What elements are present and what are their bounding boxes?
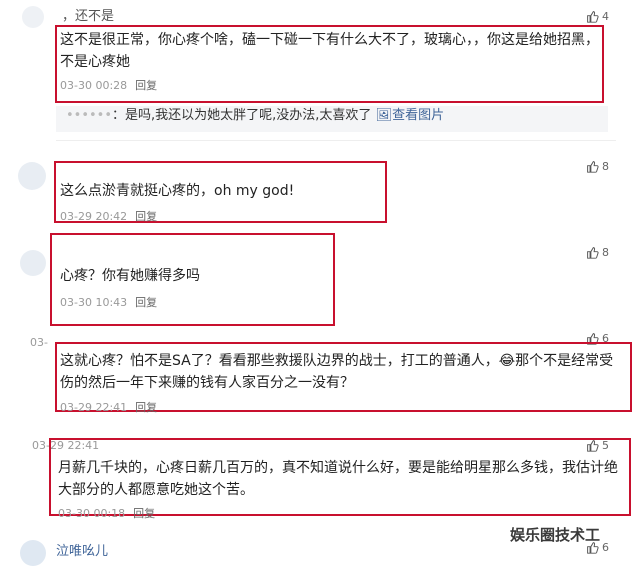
- thumbs-up-icon: [587, 247, 599, 259]
- comment-time: 03-30 00:28: [60, 79, 128, 92]
- reply-button[interactable]: 回复: [135, 210, 157, 223]
- avatar[interactable]: [18, 162, 46, 190]
- watermark: 娱乐圈技术工: [510, 526, 601, 544]
- comment-text: 这么点淤青就挺心疼的，oh my god!: [60, 183, 295, 199]
- comment-text: 心疼？你有她赚得多吗: [60, 268, 200, 284]
- comment-time: 03-29 22:41: [60, 401, 128, 414]
- comment-meta: 03-30 00:28 回复: [60, 77, 157, 93]
- comment-username[interactable]: 泣唯吆儿: [56, 540, 108, 559]
- sub-reply-text: ：是吗,我还以为她太胖了呢,没办法,太喜欢了: [112, 108, 372, 123]
- divider: [56, 140, 616, 141]
- like-button[interactable]: 8: [586, 246, 609, 259]
- like-button[interactable]: 8: [586, 160, 609, 173]
- comment-time: 03-29 20:42: [60, 210, 128, 223]
- like-count: 8: [602, 160, 609, 173]
- comment-meta: 03-29 22:41 回复: [60, 399, 157, 415]
- comment-time: 03-30 10:43: [60, 296, 128, 309]
- image-icon: 🖼: [375, 108, 393, 123]
- comment-text: 这就心疼？怕不是SA了？看看那些救援队边界的战士，打工的普通人，😂那个不是经常受…: [60, 353, 614, 391]
- like-count: 8: [602, 246, 609, 259]
- avatar[interactable]: [22, 6, 44, 28]
- like-count: 4: [602, 10, 609, 23]
- comment-username[interactable]: 03-: [30, 336, 48, 349]
- sub-reply-username[interactable]: ••••••: [66, 108, 112, 123]
- thumbs-up-icon: [587, 161, 599, 173]
- reply-button[interactable]: 回复: [133, 507, 155, 520]
- sub-reply: ••••••：是吗,我还以为她太胖了呢,没办法,太喜欢了 🖼查看图片: [56, 106, 608, 132]
- comment-username[interactable]: ，还不是: [62, 5, 114, 24]
- view-image-link[interactable]: 查看图片: [392, 108, 444, 123]
- like-count: 6: [602, 541, 609, 554]
- reply-button[interactable]: 回复: [135, 296, 157, 309]
- comment-text: 这不是很正常，你心疼个啥，磕一下碰一下有什么大不了，玻璃心，，你这是给她招黑，不…: [60, 32, 599, 70]
- avatar[interactable]: [20, 250, 46, 276]
- comment-meta: 03-30 10:43 回复: [60, 294, 157, 310]
- reply-button[interactable]: 回复: [135, 79, 157, 92]
- comment-time: 03-30 00:18: [58, 507, 126, 520]
- thumbs-up-icon: [587, 11, 599, 23]
- comment-text: 月薪几千块的，心疼日薪几百万的，真不知道说什么好，要是能给明星那么多钱，我估计绝…: [58, 460, 618, 498]
- like-button[interactable]: 4: [586, 10, 609, 23]
- reply-button[interactable]: 回复: [135, 401, 157, 414]
- avatar[interactable]: [20, 540, 46, 566]
- comment-meta: 03-30 00:18 回复: [58, 505, 155, 521]
- comment-meta: 03-29 20:42 回复: [60, 208, 157, 224]
